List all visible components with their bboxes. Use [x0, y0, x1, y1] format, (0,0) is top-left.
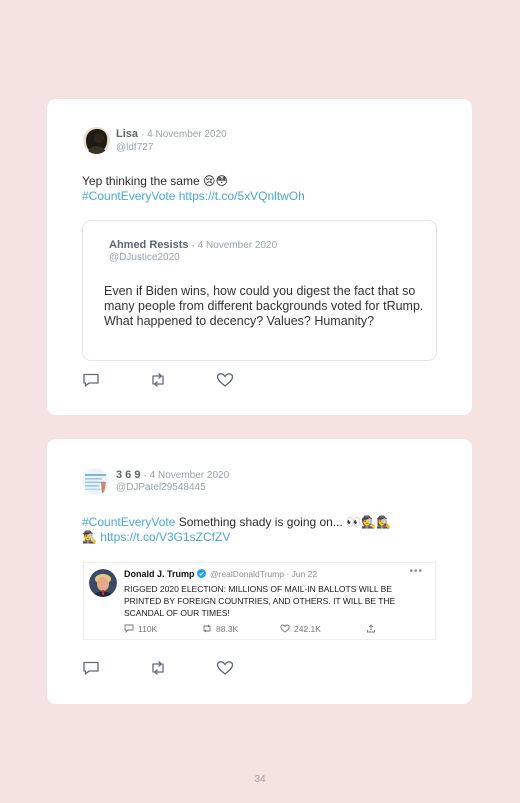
quoted-text: Even if Biden wins, how could you digest… [104, 284, 424, 328]
share-icon [366, 624, 380, 634]
emoji-prefix: 🕵️‍♂️ [82, 530, 97, 544]
hashtag-link[interactable]: #CountEveryVote [82, 189, 175, 203]
embedded-tweet-image[interactable]: Donald J. Trump @realDonaldTrump · Jun 2… [84, 563, 435, 639]
author-name[interactable]: Lisa [116, 128, 138, 140]
quoted-author-name[interactable]: Ahmed Resists [109, 239, 188, 251]
avatar-369[interactable] [82, 468, 109, 495]
url-link[interactable]: https://t.co/5xVQnltwOh [179, 189, 305, 203]
heart-icon[interactable] [216, 372, 234, 388]
tweet-text: #CountEveryVote Something shady is going… [82, 514, 391, 530]
embed-stats: 110K 88.3K 242.1K [124, 624, 424, 636]
reply-icon [124, 624, 134, 634]
author-handle: @ldf727 [116, 142, 154, 153]
retweet-icon[interactable] [149, 372, 167, 388]
embed-likes-count: 242.1K [294, 624, 321, 634]
embed-likes: 242.1K [280, 624, 321, 634]
embed-replies: 110K [124, 624, 157, 634]
tweet-author[interactable]: Lisa · 4 November 2020 [116, 128, 227, 140]
tweet-card-2: 3 6 9 · 4 November 2020 @DJPatel29548445… [47, 439, 472, 704]
quoted-tweet[interactable]: Ahmed Resists · 4 November 2020 @DJustic… [82, 220, 437, 361]
embed-text: RIGGED 2020 ELECTION: MILLIONS OF MAIL-I… [124, 584, 396, 618]
tweet-text-line1: Something shady is going on... 👀🕵️🕵️‍♀️ [175, 515, 392, 529]
tweet-text-line2: 🕵️‍♂️ https://t.co/V3G1sZCfZV [82, 529, 230, 545]
reply-icon[interactable] [82, 372, 100, 388]
quoted-handle: @DJustice2020 [109, 252, 180, 263]
tweet-date: · 4 November 2020 [141, 129, 227, 140]
tweet-text: Yep thinking the same 😢😳 [82, 174, 228, 188]
retweet-icon[interactable] [149, 660, 167, 676]
retweet-icon [203, 624, 211, 633]
quoted-author: Ahmed Resists · 4 November 2020 [109, 239, 277, 251]
author-handle: @DJPatel29548445 [116, 482, 206, 493]
embed-avatar [89, 569, 117, 597]
embed-retweets-count: 88.3K [216, 624, 239, 634]
tweet-card-1: Lisa · 4 November 2020 @ldf727 Yep think… [47, 99, 472, 415]
tweet-links: #CountEveryVote https://t.co/5xVQnltwOh [82, 188, 305, 204]
avatar-lisa[interactable] [83, 127, 110, 154]
page-number: 34 [254, 774, 266, 785]
hashtag-link[interactable]: #CountEveryVote [82, 515, 175, 529]
embed-replies-count: 110K [138, 624, 158, 634]
quoted-date: · 4 November 2020 [191, 240, 278, 251]
tweet-actions [82, 660, 242, 676]
embed-retweets: 88.3K [202, 624, 238, 634]
heart-icon[interactable] [216, 660, 234, 676]
more-options-icon: ••• [409, 566, 423, 577]
embed-handle: @realDonaldTrump · Jun 22 [210, 569, 318, 579]
reply-icon[interactable] [82, 660, 100, 676]
tweet-actions [82, 372, 242, 388]
heart-icon [280, 624, 290, 633]
tweet-date: · 4 November 2020 [143, 470, 230, 481]
embed-author-name: Donald J. Trump [124, 569, 207, 579]
author-name[interactable]: 3 6 9 [116, 469, 140, 481]
tweet-author[interactable]: 3 6 9 · 4 November 2020 [116, 469, 229, 481]
url-link[interactable]: https://t.co/V3G1sZCfZV [100, 530, 230, 544]
verified-badge-icon [197, 569, 207, 578]
embed-author-text: Donald J. Trump [124, 569, 195, 579]
